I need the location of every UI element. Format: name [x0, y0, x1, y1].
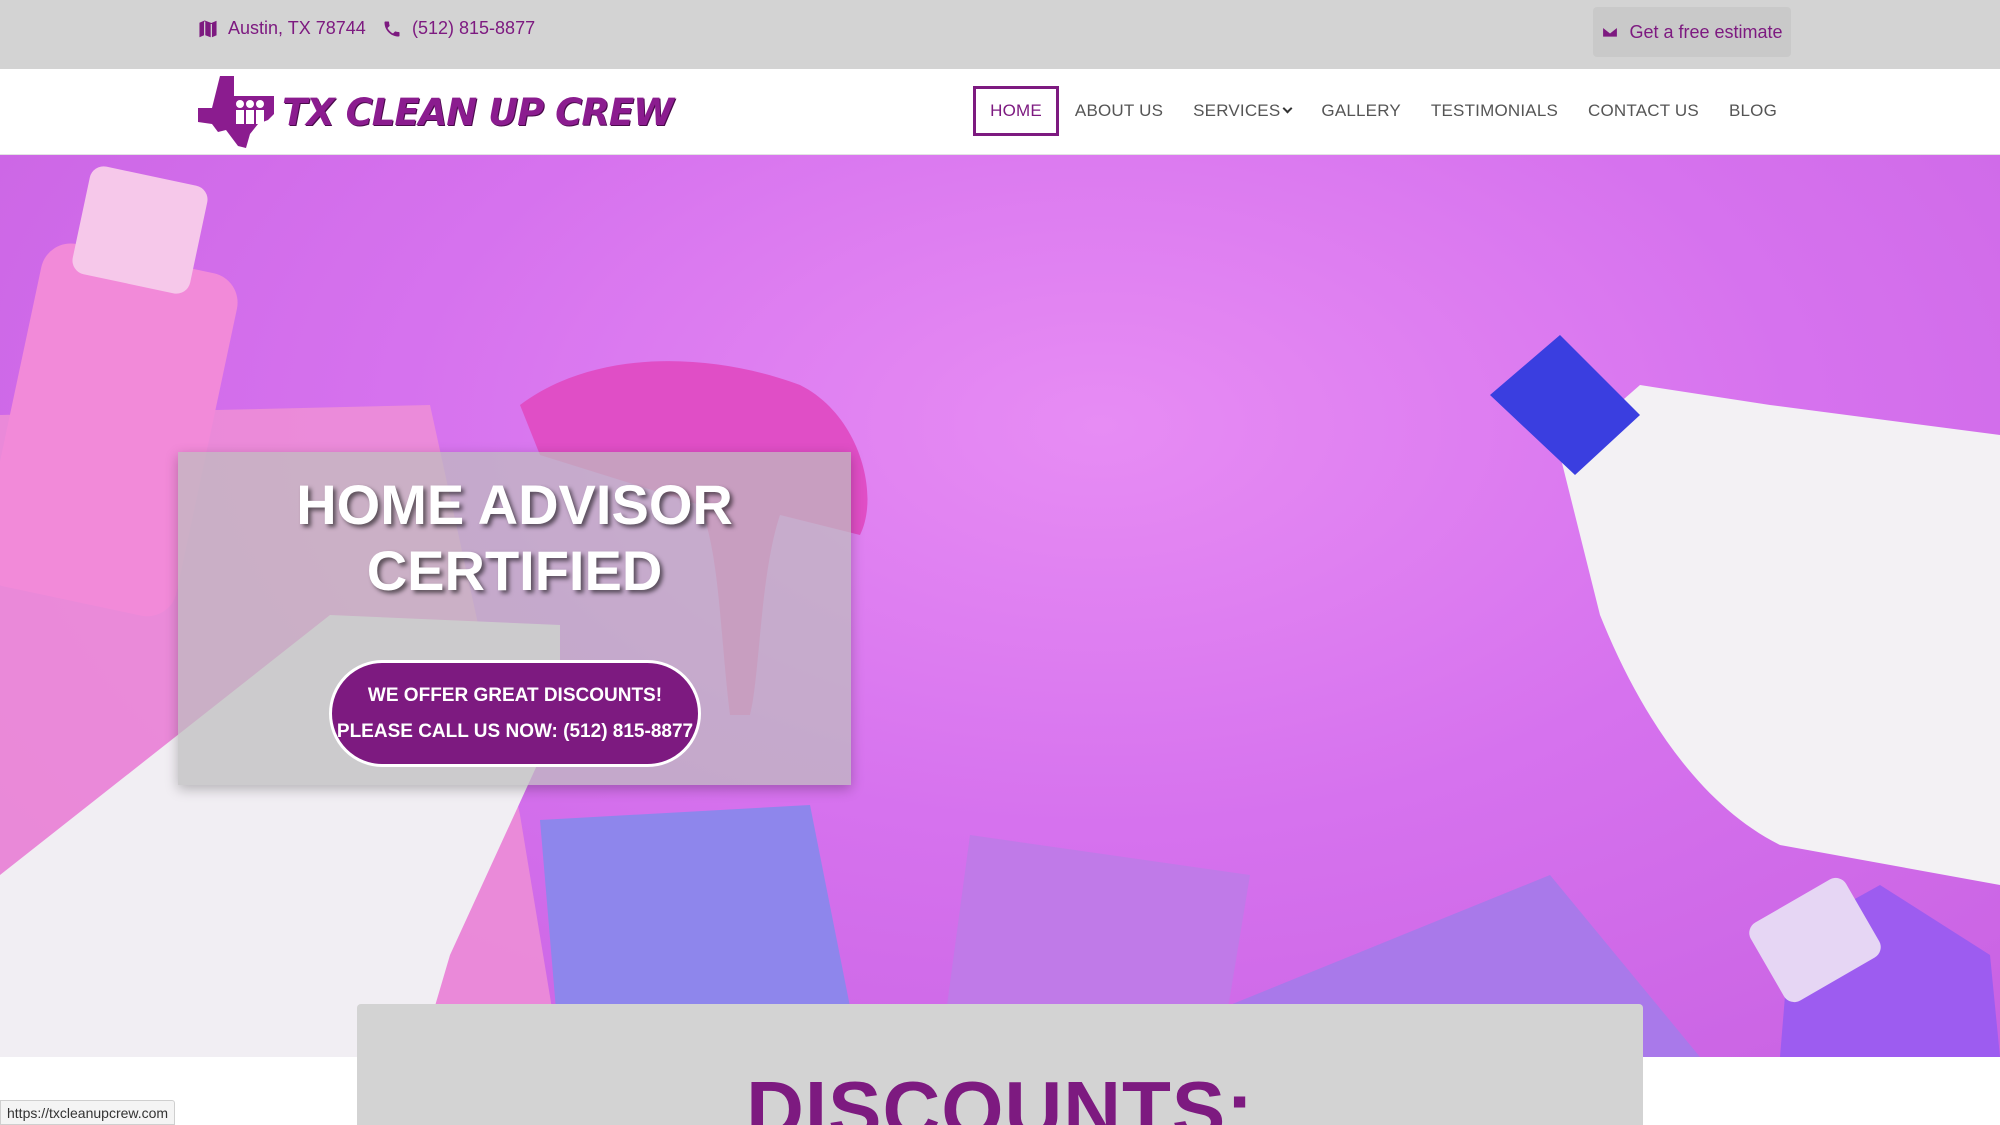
- cta-line-1: WE OFFER GREAT DISCOUNTS!: [367, 684, 663, 706]
- hero-banner: HOME ADVISOR CERTIFIED WE OFFER GREAT DI…: [0, 155, 2000, 1057]
- free-estimate-button[interactable]: Get a free estimate: [1593, 7, 1791, 57]
- nav-label: CONTACT US: [1588, 101, 1699, 120]
- cta-line-2: PLEASE CALL US NOW: (512) 815-8877: [336, 720, 694, 742]
- discounts-heading: DISCOUNTS:: [746, 1065, 1254, 1125]
- envelope-icon: [1602, 26, 1619, 38]
- logo-text: TX CLEAN UP CREW: [282, 90, 674, 134]
- nav-item-testimonials[interactable]: TESTIMONIALS: [1416, 86, 1573, 136]
- nav-menu: HOME ABOUT US SERVICES GALLERY TESTIMONI…: [973, 86, 1792, 136]
- chevron-down-icon: [1282, 103, 1293, 114]
- nav-item-about-us[interactable]: ABOUT US: [1060, 86, 1178, 136]
- nav-label: BLOG: [1728, 101, 1777, 120]
- site-logo[interactable]: TX CLEAN UP CREW: [198, 72, 674, 152]
- hero-heading: HOME ADVISOR CERTIFIED: [178, 472, 851, 604]
- discounts-section: DISCOUNTS:: [357, 1004, 1643, 1125]
- nav-item-services[interactable]: SERVICES: [1178, 86, 1306, 136]
- hero-heading-line-2: CERTIFIED: [366, 539, 663, 602]
- top-info-bar: Austin, TX 78744 (512) 815-8877 Get a fr…: [0, 0, 2000, 69]
- map-icon: [198, 18, 218, 39]
- certification-card: HOME ADVISOR CERTIFIED WE OFFER GREAT DI…: [178, 452, 851, 785]
- nav-item-blog[interactable]: BLOG: [1714, 86, 1792, 136]
- address-text: Austin, TX 78744: [228, 18, 366, 38]
- phone-info[interactable]: (512) 815-8877: [382, 18, 535, 39]
- hero-heading-line-1: HOME ADVISOR: [296, 473, 733, 536]
- nav-item-home[interactable]: HOME: [973, 86, 1059, 136]
- free-estimate-label: Get a free estimate: [1629, 21, 1783, 42]
- main-navbar: TX CLEAN UP CREW HOME ABOUT US SERVICES …: [0, 69, 2000, 155]
- address-info: Austin, TX 78744: [198, 18, 366, 39]
- nav-label: GALLERY: [1321, 101, 1401, 120]
- nav-item-gallery[interactable]: GALLERY: [1306, 86, 1416, 136]
- nav-label: HOME: [990, 101, 1042, 120]
- phone-icon: [384, 21, 400, 36]
- nav-label: SERVICES: [1193, 101, 1281, 120]
- texas-logo-icon: [198, 76, 274, 148]
- nav-label: TESTIMONIALS: [1430, 101, 1559, 120]
- nav-item-contact-us[interactable]: CONTACT US: [1573, 86, 1714, 136]
- call-now-button[interactable]: WE OFFER GREAT DISCOUNTS! PLEASE CALL US…: [329, 660, 701, 767]
- nav-label: ABOUT US: [1074, 101, 1164, 120]
- status-bar-url: https://txcleanupcrew.com: [0, 1100, 176, 1125]
- phone-text[interactable]: (512) 815-8877: [412, 18, 535, 39]
